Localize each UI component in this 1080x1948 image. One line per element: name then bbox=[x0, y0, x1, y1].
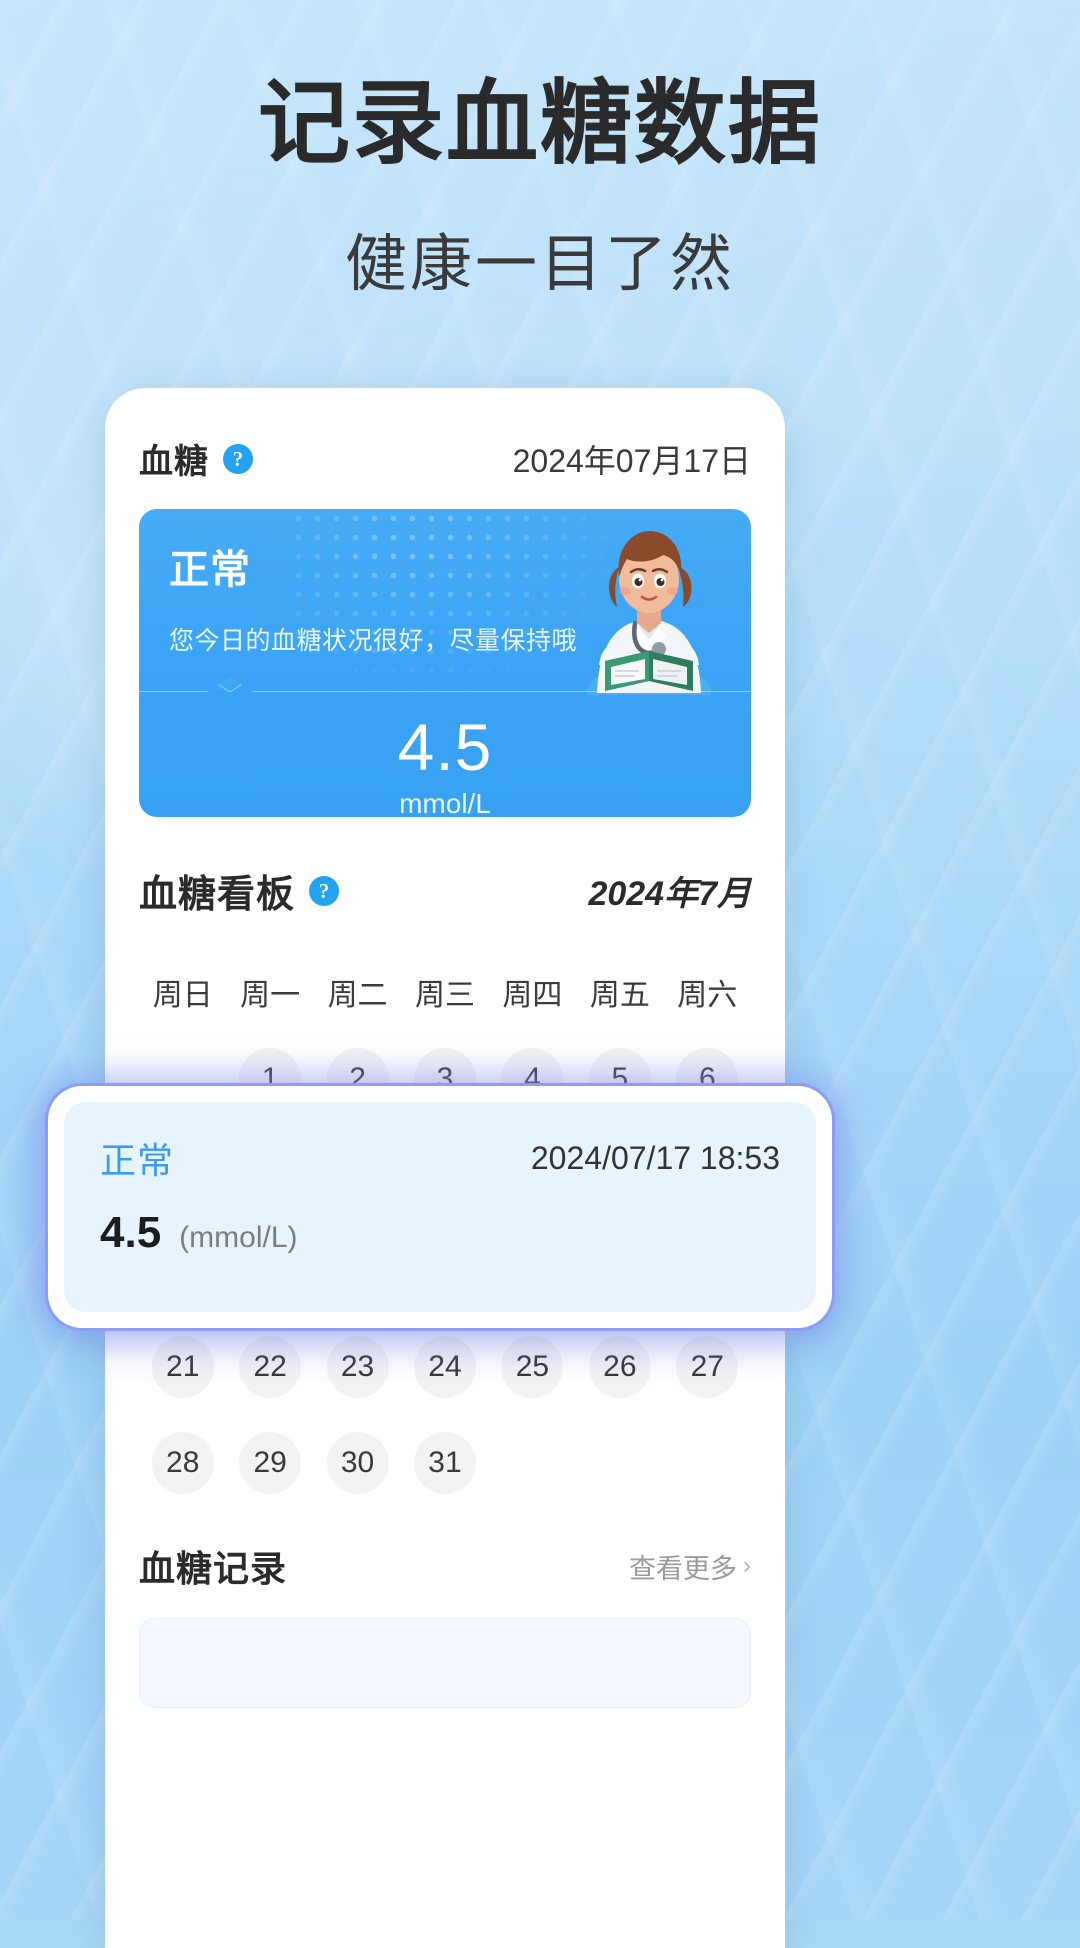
chevron-right-icon: › bbox=[743, 1552, 751, 1579]
calendar-day-cell[interactable]: 23 bbox=[314, 1336, 401, 1398]
calendar-day-cell[interactable]: 30 bbox=[314, 1432, 401, 1494]
status-description: 您今日的血糖状况很好，尽量保持哦 bbox=[169, 627, 578, 655]
calendar-weekday-row: 周日 周一 周二 周三 周四 周五 周六 bbox=[139, 970, 751, 1014]
weekday-label: 周一 bbox=[240, 979, 301, 1012]
weekday-label: 周四 bbox=[502, 979, 563, 1012]
toast-unit: (mmol/L) bbox=[179, 1221, 298, 1254]
weekday-label: 周三 bbox=[414, 979, 475, 1012]
question-mark-icon[interactable]: ? bbox=[309, 875, 340, 906]
calendar-day-cell[interactable]: 24 bbox=[401, 1336, 488, 1398]
calendar-day[interactable]: 29 bbox=[239, 1432, 302, 1494]
page-subtitle: 健康一目了然 bbox=[344, 229, 735, 299]
records-title-group: 血糖记录 bbox=[139, 1540, 287, 1592]
glucose-status-card[interactable]: 正常 您今日的血糖状况很好，尽量保持哦 4.5 mmol/L bbox=[139, 509, 751, 817]
calendar-day[interactable]: 21 bbox=[151, 1336, 214, 1398]
toast-value-row: 4.5 (mmol/L) bbox=[100, 1208, 780, 1258]
calendar-day-cell[interactable]: 31 bbox=[401, 1432, 488, 1494]
board-header: 血糖看板 ? 2024年7月 bbox=[139, 863, 751, 918]
glucose-value: 4.5 bbox=[397, 710, 493, 784]
board-title-group: 血糖看板 ? bbox=[139, 863, 340, 918]
toast-timestamp: 2024/07/17 18:53 bbox=[530, 1139, 780, 1176]
calendar-day[interactable]: 31 bbox=[413, 1432, 476, 1494]
calendar-day-blank bbox=[501, 1432, 563, 1494]
calendar-day-blank bbox=[589, 1432, 651, 1494]
view-more-button[interactable]: 查看更多 › bbox=[629, 1547, 751, 1586]
status-badge: 正常 bbox=[169, 548, 251, 592]
calendar-day[interactable]: 24 bbox=[413, 1336, 476, 1398]
glucose-unit: mmol/L bbox=[399, 788, 491, 817]
calendar-day-cell bbox=[576, 1432, 663, 1494]
weekday-label: 周日 bbox=[152, 979, 213, 1012]
calendar-week-row: 28 29 30 31 bbox=[139, 1432, 751, 1494]
page-title: 记录血糖数据 bbox=[257, 73, 822, 175]
glucose-date: 2024年07月17日 bbox=[512, 442, 751, 479]
hero-banner: 记录血糖数据 健康一目了然 bbox=[0, 70, 1080, 303]
calendar-day[interactable]: 22 bbox=[239, 1336, 302, 1398]
glucose-title: 血糖 bbox=[139, 443, 209, 481]
calendar-day-cell[interactable]: 28 bbox=[139, 1432, 226, 1494]
calendar-day-blank bbox=[676, 1432, 738, 1494]
calendar-day-cell[interactable]: 26 bbox=[576, 1336, 663, 1398]
view-more-label: 查看更多 bbox=[629, 1553, 737, 1584]
calendar-day[interactable]: 30 bbox=[326, 1432, 389, 1494]
board-title: 血糖看板 bbox=[139, 874, 296, 916]
calendar-day[interactable]: 26 bbox=[588, 1336, 651, 1398]
glucose-reading: 4.5 mmol/L bbox=[139, 693, 751, 817]
calendar-day-cell bbox=[489, 1432, 576, 1494]
calendar-day[interactable]: 23 bbox=[326, 1336, 389, 1398]
record-list-item[interactable] bbox=[139, 1618, 751, 1708]
board-month[interactable]: 2024年7月 bbox=[588, 866, 751, 915]
calendar-day[interactable]: 27 bbox=[676, 1336, 739, 1398]
weekday-label: 周六 bbox=[677, 979, 738, 1012]
calendar-day-cell bbox=[664, 1432, 751, 1494]
calendar-day-cell[interactable]: 27 bbox=[664, 1336, 751, 1398]
calendar-week-row: 21 22 23 24 25 26 27 bbox=[139, 1336, 751, 1398]
calendar-day-cell[interactable]: 22 bbox=[226, 1336, 313, 1398]
records-header: 血糖记录 查看更多 › bbox=[139, 1540, 751, 1592]
toast-header: 正常 2024/07/17 18:53 bbox=[100, 1132, 780, 1184]
calendar-day-cell[interactable]: 25 bbox=[489, 1336, 576, 1398]
glucose-record-toast[interactable]: 正常 2024/07/17 18:53 4.5 (mmol/L) bbox=[48, 1086, 832, 1328]
calendar-day[interactable]: 28 bbox=[151, 1432, 214, 1494]
records-title: 血糖记录 bbox=[139, 1548, 288, 1589]
weekday-label: 周二 bbox=[327, 979, 388, 1012]
calendar-day-cell[interactable]: 29 bbox=[226, 1432, 313, 1494]
toast-status-badge: 正常 bbox=[100, 1140, 175, 1181]
toast-inner: 正常 2024/07/17 18:53 4.5 (mmol/L) bbox=[64, 1102, 816, 1312]
weekday-label: 周五 bbox=[589, 979, 650, 1012]
calendar-day-cell[interactable]: 21 bbox=[139, 1336, 226, 1398]
calendar-day[interactable]: 25 bbox=[501, 1336, 564, 1398]
glucose-header: 血糖 ? 2024年07月17日 bbox=[139, 434, 751, 483]
glucose-title-group: 血糖 ? bbox=[139, 434, 253, 483]
toast-value: 4.5 bbox=[100, 1208, 162, 1257]
question-mark-icon[interactable]: ? bbox=[223, 443, 253, 474]
